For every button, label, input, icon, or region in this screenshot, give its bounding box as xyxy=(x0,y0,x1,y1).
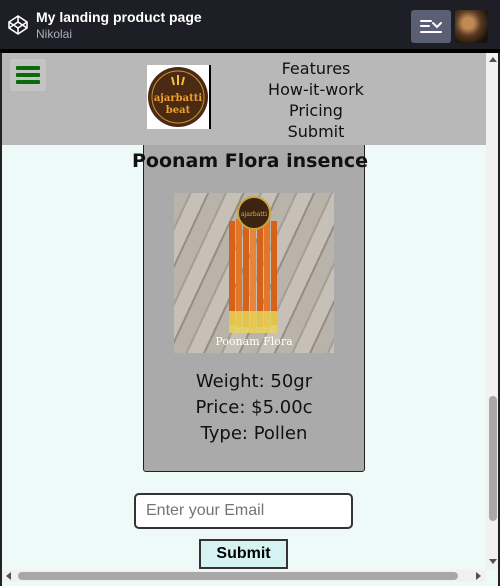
nav-link-pricing[interactable]: Pricing xyxy=(258,100,374,121)
brand-logo-image: ajarbatti beat xyxy=(148,67,208,127)
logo-text-top: ajarbatti xyxy=(154,93,203,104)
change-view-button[interactable] xyxy=(411,10,451,43)
nav-bar: ajarbatti beat Features How-it-work Pric… xyxy=(2,53,486,145)
nav-links: Features How-it-work Pricing Submit xyxy=(258,58,374,142)
hamburger-icon xyxy=(16,66,40,70)
scroll-right-icon[interactable] xyxy=(476,572,481,580)
product-image-caption: Poonam Flora xyxy=(215,335,293,348)
scroll-left-icon[interactable] xyxy=(6,572,11,580)
product-card: ajarbatti Poonam Flora Weight: 50gr Pric… xyxy=(143,133,365,472)
vertical-scroll-thumb[interactable] xyxy=(489,396,497,521)
product-name: Poonam Flora insence xyxy=(131,150,369,172)
logo-text-bottom: beat xyxy=(166,105,191,116)
layout-icon xyxy=(420,20,442,33)
incense-sticks-image: ajarbatti Poonam Flora xyxy=(215,196,293,348)
pen-author[interactable]: Nikolai xyxy=(36,27,72,41)
avatar[interactable] xyxy=(455,10,488,43)
pen-title[interactable]: My landing product page xyxy=(36,9,202,25)
product-weight: Weight: 50gr xyxy=(195,371,313,392)
hamburger-icon-bar xyxy=(16,80,40,84)
scroll-up-icon[interactable] xyxy=(489,57,497,62)
horizontal-scroll-thumb[interactable] xyxy=(18,572,458,580)
nav-link-features[interactable]: Features xyxy=(258,58,374,79)
submit-button[interactable]: Submit xyxy=(199,539,288,569)
product-image-logo-text: ajarbatti xyxy=(241,211,267,218)
brand-logo[interactable]: ajarbatti beat xyxy=(147,65,211,129)
email-input[interactable] xyxy=(134,493,353,529)
preview-frame: ajarbatti Poonam Flora Weight: 50gr Pric… xyxy=(0,53,500,586)
horizontal-scrollbar[interactable] xyxy=(2,570,486,582)
hamburger-icon-bar xyxy=(16,73,40,77)
menu-button[interactable] xyxy=(10,59,46,91)
codepen-logo-icon[interactable] xyxy=(7,14,29,36)
product-type: Type: Pollen xyxy=(200,423,308,444)
codepen-header: My landing product page Nikolai xyxy=(0,0,500,51)
nav-link-submit[interactable]: Submit xyxy=(258,121,374,142)
scroll-down-icon[interactable] xyxy=(489,559,497,564)
product-image: ajarbatti Poonam Flora xyxy=(174,193,334,353)
nav-link-how-it-work[interactable]: How-it-work xyxy=(258,79,374,100)
vertical-scrollbar[interactable] xyxy=(486,53,498,570)
product-price: Price: $5.00c xyxy=(195,397,313,418)
